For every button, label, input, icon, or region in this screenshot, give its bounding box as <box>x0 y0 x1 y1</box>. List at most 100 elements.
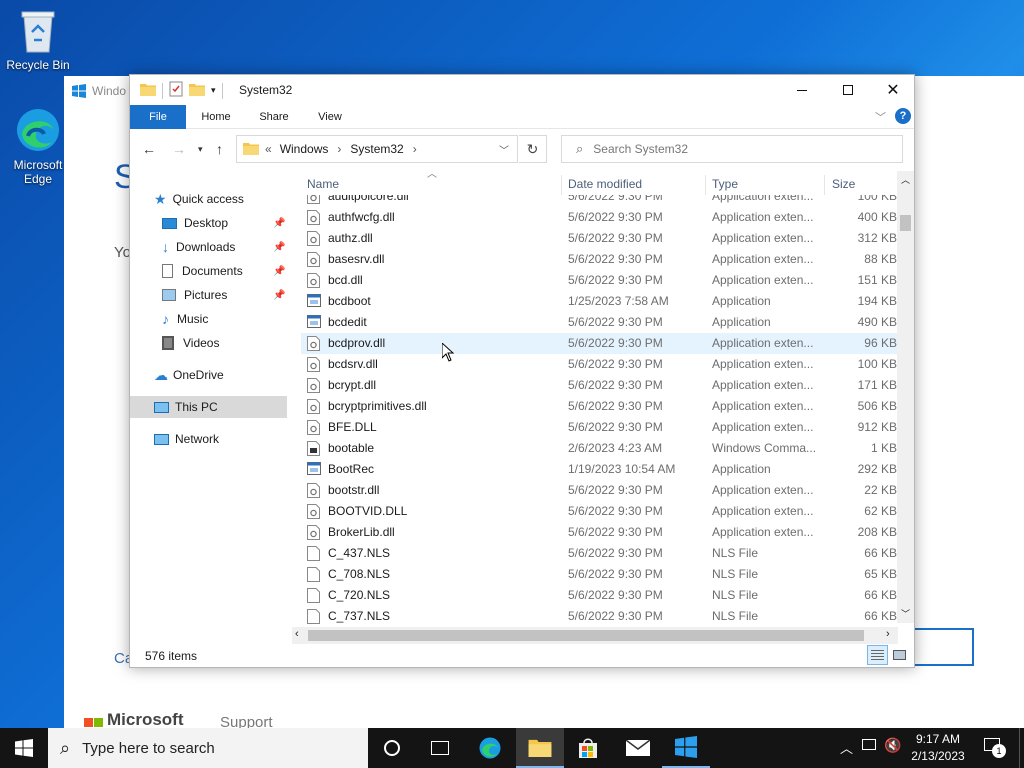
start-button[interactable] <box>0 728 48 768</box>
breadcrumb-system32[interactable]: System32 <box>350 142 403 156</box>
pin-icon[interactable]: 📌 <box>273 290 285 301</box>
column-divider[interactable] <box>561 175 562 195</box>
horizontal-scrollbar[interactable]: ‹ › <box>292 627 898 644</box>
desktop-icon-recycle-bin[interactable]: Recycle Bin <box>0 8 76 72</box>
expand-ribbon-icon[interactable]: ﹀ <box>875 109 886 125</box>
minimize-button[interactable] <box>779 75 825 105</box>
table-row[interactable]: BootRec 1/19/2023 10:54 AM Application 292 … <box>301 459 897 480</box>
table-row[interactable]: bcryptprimitives.dll 5/6/2022 9:30 PM Appl… <box>301 396 897 417</box>
show-desktop-button[interactable] <box>1019 728 1024 768</box>
file-name: bcryptprimitives.dll <box>328 399 427 413</box>
close-button[interactable]: ✕ <box>870 75 916 105</box>
action-center-button[interactable]: 1 <box>984 738 1006 758</box>
properties-icon[interactable] <box>169 81 183 100</box>
help-icon[interactable]: ? <box>895 108 911 124</box>
back-arrow-icon[interactable]: ← <box>142 141 156 157</box>
column-divider[interactable] <box>705 175 706 195</box>
nav-onedrive[interactable]: ☁ OneDrive <box>154 364 224 386</box>
large-icons-view-button[interactable] <box>891 647 907 663</box>
nav-quick-access[interactable]: ★ Quick access <box>154 188 244 210</box>
nav-this-pc[interactable]: This PC <box>130 396 287 418</box>
taskbar-search-box[interactable]: ⌕ Type here to search <box>48 728 368 768</box>
forward-arrow-icon[interactable]: → <box>172 141 186 157</box>
scroll-left-icon[interactable]: ‹ <box>295 628 299 640</box>
column-header-date[interactable]: Date modified <box>568 171 642 197</box>
up-arrow-icon[interactable]: ↑ <box>216 141 223 157</box>
details-view-button[interactable] <box>867 645 888 665</box>
scroll-down-icon[interactable]: ﹀ <box>901 607 910 620</box>
breadcrumb-overflow[interactable]: « <box>265 142 272 156</box>
table-row[interactable]: BOOTVID.DLL 5/6/2022 9:30 PM Application e… <box>301 501 897 522</box>
table-row[interactable]: authfwcfg.dll 5/6/2022 9:30 PM Application… <box>301 207 897 228</box>
table-row[interactable]: bcdprov.dll 5/6/2022 9:30 PM Application e… <box>301 333 897 354</box>
table-row[interactable]: C_737.NLS 5/6/2022 9:30 PM NLS File 66 KB <box>301 606 897 627</box>
file-name: bootable <box>328 441 375 455</box>
table-row[interactable]: bcrypt.dll 5/6/2022 9:30 PM Application ex… <box>301 375 897 396</box>
vertical-scroll-thumb[interactable] <box>900 215 911 231</box>
nav-downloads[interactable]: ↓ Downloads 📌 <box>162 236 292 258</box>
scroll-right-icon[interactable]: › <box>886 628 890 640</box>
recent-locations-icon[interactable]: ▾ <box>198 144 203 155</box>
pin-icon[interactable]: 📌 <box>273 266 285 277</box>
refresh-button[interactable]: ↻ <box>519 135 547 163</box>
nav-network-label: Network <box>175 432 220 446</box>
table-row[interactable]: basesrv.dll 5/6/2022 9:30 PM Application e… <box>301 249 897 270</box>
nav-documents[interactable]: Documents 📌 <box>162 260 292 282</box>
taskbar-edge-button[interactable] <box>466 728 514 768</box>
nav-network[interactable]: Network <box>154 428 219 450</box>
tab-share[interactable]: Share <box>254 105 294 129</box>
nav-videos[interactable]: Videos <box>162 332 219 354</box>
table-row[interactable]: bootable 2/6/2023 4:23 AM Windows Comma...… <box>301 438 897 459</box>
nav-desktop[interactable]: Desktop 📌 <box>162 212 292 234</box>
computer-icon <box>154 401 169 413</box>
table-row[interactable]: bcdedit 5/6/2022 9:30 PM Application 490 KB <box>301 312 897 333</box>
table-row[interactable]: bcdboot 1/25/2023 7:58 AM Application 194 K… <box>301 291 897 312</box>
nav-music[interactable]: ♪ Music <box>162 308 208 330</box>
table-row[interactable]: bcd.dll 5/6/2022 9:30 PM Application exten… <box>301 270 897 291</box>
column-header-size[interactable]: Size <box>832 171 855 197</box>
column-divider[interactable] <box>824 175 825 195</box>
file-name: bcrypt.dll <box>328 378 377 392</box>
tab-home[interactable]: Home <box>196 105 236 129</box>
file-type: NLS File <box>712 609 759 623</box>
breadcrumb-windows[interactable]: Windows <box>280 142 329 156</box>
maximize-button[interactable] <box>825 75 871 105</box>
volume-muted-icon[interactable]: 🔇 <box>884 737 901 754</box>
new-folder-icon[interactable] <box>189 82 205 99</box>
clock[interactable]: 9:17 AM 2/13/2023 <box>902 731 974 765</box>
address-bar[interactable]: « Windows › System32 › ﹀ <box>236 135 518 163</box>
table-row[interactable]: bcdsrv.dll 5/6/2022 9:30 PM Application ex… <box>301 354 897 375</box>
table-row[interactable]: auditpolcore.dll 5/6/2022 9:30 PM Applicat… <box>301 195 897 207</box>
taskbar-mail-button[interactable] <box>614 728 662 768</box>
table-row[interactable]: authz.dll 5/6/2022 9:30 PM Application ext… <box>301 228 897 249</box>
task-view-button[interactable] <box>416 728 464 768</box>
cortana-button[interactable] <box>368 728 416 768</box>
horizontal-scroll-thumb[interactable] <box>308 630 864 641</box>
pin-icon[interactable]: 📌 <box>273 218 285 229</box>
search-box[interactable]: ⌕ Search System32 <box>561 135 903 163</box>
taskbar-file-explorer-button[interactable] <box>516 728 564 768</box>
table-row[interactable]: C_708.NLS 5/6/2022 9:30 PM NLS File 65 KB <box>301 564 897 585</box>
pin-icon[interactable]: 📌 <box>273 242 285 253</box>
file-list: Name ︿ Date modified Type Size auditpolc… <box>301 169 913 641</box>
taskbar-store-button[interactable] <box>564 728 612 768</box>
table-row[interactable]: bootstr.dll 5/6/2022 9:30 PM Application e… <box>301 480 897 501</box>
vertical-scrollbar[interactable]: ︿ ﹀ <box>897 171 914 623</box>
tab-view[interactable]: View <box>310 105 350 129</box>
address-dropdown-icon[interactable]: ﹀ <box>499 142 509 157</box>
show-hidden-icons-icon[interactable]: ︿ <box>840 738 853 757</box>
column-header-name[interactable]: Name <box>307 171 339 197</box>
tab-file[interactable]: File <box>130 105 186 129</box>
dll-file-icon <box>307 399 321 414</box>
column-header-type[interactable]: Type <box>712 171 738 197</box>
table-row[interactable]: BFE.DLL 5/6/2022 9:30 PM Application exten… <box>301 417 897 438</box>
table-row[interactable]: BrokerLib.dll 5/6/2022 9:30 PM Application… <box>301 522 897 543</box>
file-name: C_708.NLS <box>328 567 391 581</box>
scroll-up-icon[interactable]: ︿ <box>901 173 910 186</box>
table-row[interactable]: C_720.NLS 5/6/2022 9:30 PM NLS File 66 KB <box>301 585 897 606</box>
table-row[interactable]: C_437.NLS 5/6/2022 9:30 PM NLS File 66 KB <box>301 543 897 564</box>
nav-pictures[interactable]: Pictures 📌 <box>162 284 292 306</box>
customize-toolbar-icon[interactable]: ▾ <box>211 85 216 96</box>
taskbar-setup-button[interactable] <box>662 728 710 768</box>
network-status-icon[interactable] <box>862 739 876 750</box>
